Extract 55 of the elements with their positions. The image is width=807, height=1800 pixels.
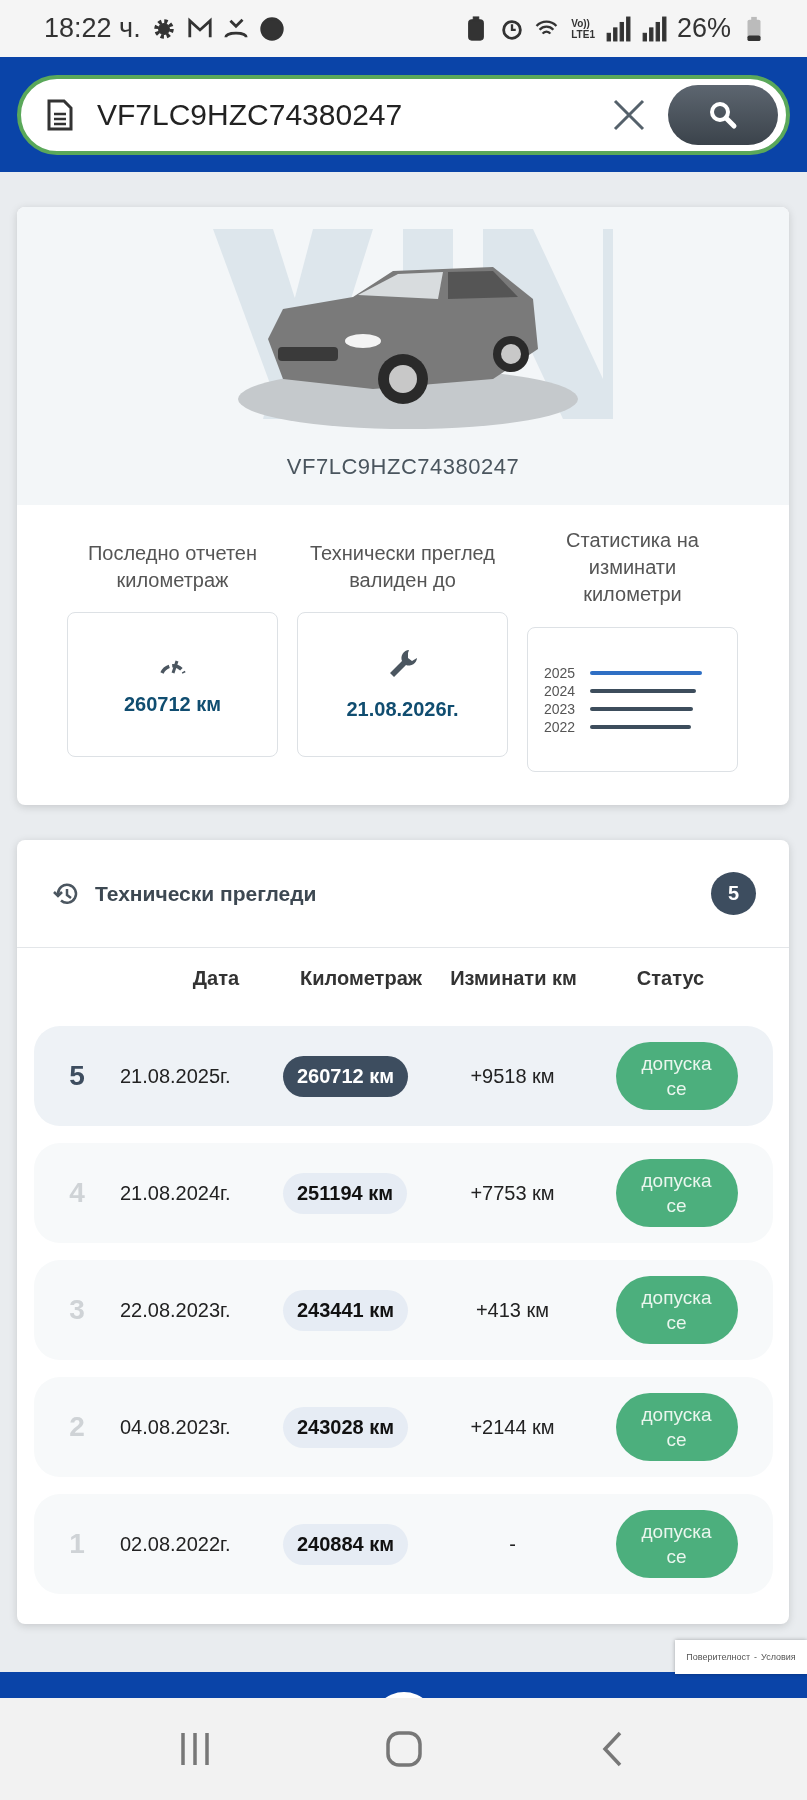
status-badge: допуска се xyxy=(615,1510,738,1578)
stat-value: 21.08.2026г. xyxy=(346,698,459,721)
search-input[interactable]: VF7LC9HZC74380247 xyxy=(95,96,590,133)
year-label: 2022 xyxy=(544,718,577,735)
search-icon xyxy=(708,99,738,130)
column-header: Дата xyxy=(191,966,241,991)
date-cell-text: 22.08.2023г. xyxy=(120,1298,232,1322)
search-button[interactable] xyxy=(668,84,778,145)
mileage-badge: 243028 км xyxy=(283,1406,409,1448)
status-badge: допуска се xyxy=(615,1159,738,1227)
home-icon[interactable] xyxy=(383,1729,424,1769)
year-label: 2024 xyxy=(544,682,577,699)
column-header: Изминати км xyxy=(449,966,578,991)
network-label: Vo)) xyxy=(571,17,591,29)
signal-icon xyxy=(640,15,667,42)
distance-cell-text: +7753 км xyxy=(469,1181,556,1205)
column-header: Километраж xyxy=(299,966,423,991)
section-title: Технически прегледи xyxy=(95,881,318,906)
column-header: Статус xyxy=(635,966,706,991)
status-badge: допуска се xyxy=(615,1042,738,1110)
notification-dot-icon xyxy=(258,15,285,42)
separator: - xyxy=(754,1652,758,1662)
date-cell-text: 04.08.2023г. xyxy=(120,1415,232,1439)
stat-label: Статистика на изминати километри xyxy=(565,528,700,607)
distance-cell-text: +413 км xyxy=(474,1298,551,1322)
count-badge: 5 xyxy=(711,872,756,915)
clear-icon[interactable] xyxy=(612,97,646,132)
distance-cell-text: +9518 км xyxy=(469,1064,556,1088)
mileage-badge: 251194 км xyxy=(283,1172,407,1214)
footer-link[interactable]: Поверителност xyxy=(686,1652,751,1662)
battery-percent: 26% xyxy=(676,13,731,44)
status-badge: допуска се xyxy=(615,1276,738,1344)
year-label: 2025 xyxy=(544,664,577,681)
year-label: 2023 xyxy=(544,700,577,717)
network-label: LTE1 xyxy=(571,28,595,40)
signal-icon xyxy=(604,15,631,42)
row-number: 5 xyxy=(68,1060,86,1092)
date-cell-text: 02.08.2022г. xyxy=(120,1532,232,1556)
distance-cell-text: - xyxy=(508,1532,517,1556)
date-cell-text: 21.08.2024г. xyxy=(120,1181,232,1205)
mileage-badge: 260712 км xyxy=(283,1055,409,1097)
search-field[interactable]: VF7LC9HZC74380247 xyxy=(17,74,790,155)
stat-value: 260712 км xyxy=(123,693,222,716)
mileage-badge: 243441 км xyxy=(283,1289,409,1331)
footer-link[interactable]: Условия xyxy=(761,1652,796,1662)
table-row[interactable]: 5 21.08.2025г. 260712 км +9518 км допуска се xyxy=(34,1026,773,1126)
document-icon xyxy=(47,98,73,131)
mileage-badge: 240884 км xyxy=(283,1523,409,1565)
date-cell-text: 21.08.2025г. xyxy=(120,1064,232,1088)
stat-label: Технически преглед валиден до xyxy=(309,541,496,593)
distance-cell-text: +2144 км xyxy=(469,1415,556,1439)
stat-label: Последно отчетен километраж xyxy=(86,541,259,593)
status-badge: допуска се xyxy=(615,1393,738,1461)
vin-number: VF7LC9HZC74380247 xyxy=(286,454,520,480)
clock-time: 18:22 ч. xyxy=(44,13,141,44)
